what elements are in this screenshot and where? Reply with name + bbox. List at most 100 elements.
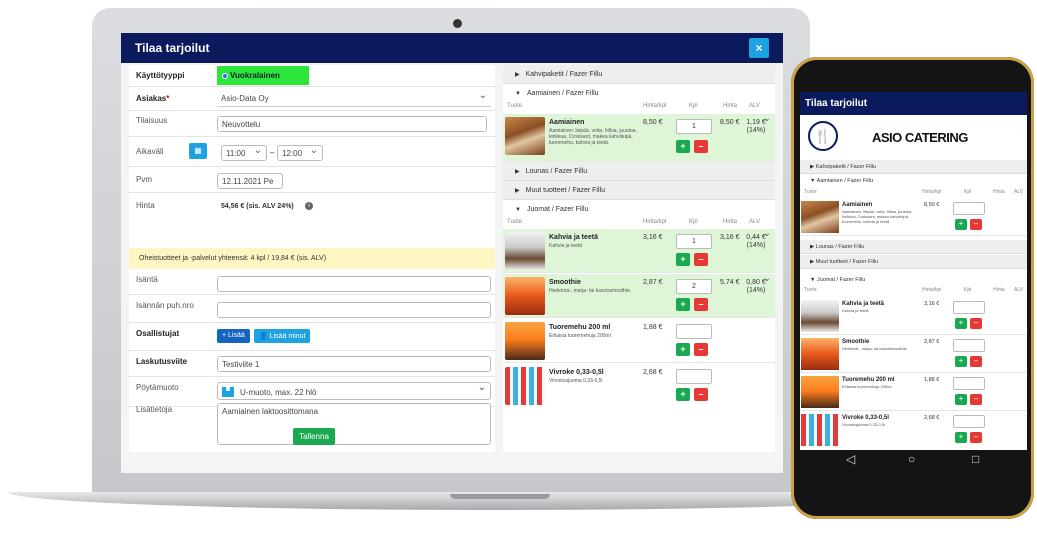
plus-button[interactable]: + bbox=[955, 432, 967, 443]
row-osallistujat: Osallistujat + Lisää 👤 Lisää minut bbox=[129, 323, 495, 351]
quantity-input[interactable] bbox=[953, 202, 985, 215]
minus-button[interactable]: – bbox=[694, 140, 708, 153]
product-price: 8,50 € bbox=[643, 119, 663, 126]
laskutusviite-input[interactable]: Testiviite 1 bbox=[217, 356, 491, 372]
end-time-select[interactable]: 12:00 bbox=[277, 145, 323, 161]
m-table-header: Tuote Hinta/kpl Kpl Hinta ALV bbox=[804, 189, 1024, 195]
plus-button[interactable]: + bbox=[676, 140, 690, 153]
tuoremehu-image bbox=[801, 376, 839, 408]
minus-button[interactable]: – bbox=[970, 394, 982, 405]
laskutusviite-label: Laskutusviite bbox=[136, 357, 188, 366]
product-kahvi: Kahvia ja teetä Kahvia ja teetä 3,16 € 1… bbox=[503, 228, 775, 273]
product-desc: Virvoitusjuoma 0,33-0,5l bbox=[549, 378, 603, 384]
tuoremehu-image bbox=[505, 322, 545, 360]
juomat-table-header: Tuote Hinta/kpl Kpl Hinta ALV bbox=[507, 219, 760, 225]
asiakas-select[interactable]: Asio-Data Oy bbox=[217, 91, 491, 107]
quantity-input[interactable] bbox=[676, 324, 712, 339]
add-participant-button[interactable]: + Lisää bbox=[217, 329, 250, 343]
quantity-input[interactable]: 1 bbox=[676, 234, 712, 249]
category-kahvipaketit[interactable]: ▶ Kahvipaketit / Fazer Fillu bbox=[503, 65, 775, 84]
m-category-juomat[interactable]: ▼ Juomat / Fazer Fillu bbox=[800, 273, 1027, 287]
product-name: Vivroke 0,33-0,5l bbox=[842, 415, 889, 421]
isannan-puh-input[interactable] bbox=[217, 302, 491, 318]
tilaisuus-input[interactable]: Neuvottelu bbox=[217, 116, 487, 132]
row-laskutusviite: Laskutusviite Testiviite 1 bbox=[129, 351, 495, 377]
row-pvm: Pvm 12.11.2021 Pe bbox=[129, 167, 495, 193]
aamiainen-image bbox=[801, 201, 839, 233]
row-isannan-puh: Isännän puh.nro bbox=[129, 295, 495, 323]
lisatietoja-textarea[interactable]: Aamiainen laktoosittomana bbox=[217, 403, 491, 445]
minus-button[interactable]: – bbox=[694, 253, 708, 266]
plus-button[interactable]: + bbox=[676, 388, 690, 401]
add-me-button[interactable]: 👤 Lisää minut bbox=[254, 329, 311, 343]
plus-button[interactable]: + bbox=[676, 298, 690, 311]
product-alv: 0,44 € (14%) bbox=[746, 234, 766, 249]
kayttotyyppi-value: Vuokralainen bbox=[230, 71, 280, 80]
product-vivroke: Vivroke 0,33-0,5l Virvoitusjuoma 0,33-0,… bbox=[503, 364, 775, 408]
product-price: 1,88 € bbox=[643, 324, 663, 331]
minus-button[interactable]: – bbox=[970, 318, 982, 329]
poytamuoto-label: Pöytämuoto bbox=[136, 383, 179, 392]
product-name: Smoothie bbox=[549, 279, 581, 286]
minus-button[interactable]: – bbox=[694, 298, 708, 311]
aamiainen-table-header: Tuote Hinta/kpl Kpl Hinta ALV bbox=[507, 103, 760, 109]
category-lounas[interactable]: ▶ Lounas / Fazer Fillu bbox=[503, 162, 775, 181]
product-name: Aamiainen bbox=[842, 202, 873, 208]
quantity-input[interactable] bbox=[953, 415, 985, 428]
minus-button[interactable]: – bbox=[970, 432, 982, 443]
isanta-input[interactable] bbox=[217, 276, 491, 292]
calendar-icon[interactable]: ▦ bbox=[189, 143, 207, 159]
product-price: 2,68 € bbox=[643, 369, 663, 376]
info-icon[interactable]: i bbox=[305, 202, 313, 210]
back-icon[interactable]: ◁ bbox=[846, 452, 855, 466]
aamiainen-image bbox=[505, 117, 545, 155]
quantity-input[interactable]: 1 bbox=[676, 119, 712, 134]
quantity-input[interactable] bbox=[676, 369, 712, 384]
m-product-kahvi: Kahvia ja teetä Kahvia ja teetä 3,16 € +… bbox=[800, 297, 1027, 335]
quantity-input[interactable]: 2 bbox=[676, 279, 712, 294]
plus-button[interactable]: + bbox=[676, 343, 690, 356]
poytamuoto-select[interactable]: U-muoto, max. 22 hlö bbox=[217, 382, 491, 400]
product-desc: Erilaisia tuoremehuja 200ml bbox=[842, 384, 892, 389]
time-separator: – bbox=[270, 148, 275, 157]
table-layout-icon bbox=[222, 387, 234, 397]
product-name: Kahvia ja teetä bbox=[842, 301, 885, 307]
product-price: 1,88 € bbox=[924, 377, 940, 383]
aikavali-label: Aikaväli bbox=[136, 147, 164, 156]
m-category-muut[interactable]: ▶ Muut tuotteet / Fazer Fillu bbox=[800, 255, 1027, 269]
plus-button[interactable]: + bbox=[955, 356, 967, 367]
kayttotyyppi-option[interactable]: Vuokralainen bbox=[217, 66, 309, 85]
m-category-kahvipaketit[interactable]: ▶ Kahvipaketit / Fazer Fillu bbox=[800, 160, 1027, 174]
quantity-input[interactable] bbox=[953, 339, 985, 352]
minus-button[interactable]: – bbox=[970, 356, 982, 367]
product-price: 2,87 € bbox=[924, 339, 940, 345]
save-button[interactable]: Tallenna bbox=[293, 428, 335, 445]
m-category-lounas[interactable]: ▶ Lounas / Fazer Fillu bbox=[800, 240, 1027, 254]
quantity-input[interactable] bbox=[953, 301, 985, 314]
product-name: Tuoremehu 200 ml bbox=[842, 377, 895, 383]
plus-button[interactable]: + bbox=[955, 394, 967, 405]
product-price: 3,16 € bbox=[643, 234, 663, 241]
plus-button[interactable]: + bbox=[955, 219, 967, 230]
home-icon[interactable]: ○ bbox=[908, 452, 915, 466]
category-muut[interactable]: ▶ Muut tuotteet / Fazer Fillu bbox=[503, 181, 775, 200]
minus-button[interactable]: – bbox=[970, 219, 982, 230]
quantity-input[interactable] bbox=[953, 377, 985, 390]
plus-button[interactable]: + bbox=[676, 253, 690, 266]
row-kayttotyyppi: Käyttötyyppi Vuokralainen bbox=[129, 65, 495, 87]
minus-button[interactable]: – bbox=[694, 343, 708, 356]
pvm-input[interactable]: 12.11.2021 Pe bbox=[217, 173, 283, 189]
product-aamiainen: Aamiainen Aamiainen: leipää, voita, hill… bbox=[503, 113, 775, 162]
product-desc: Aamiainen: leipää, voita, hilloa, juusto… bbox=[842, 209, 913, 224]
product-desc: Erilaisia tuoremehuja 200ml bbox=[549, 333, 611, 339]
product-desc: Hedelmä-, marja- tai kasvissmoothie. bbox=[842, 346, 908, 351]
logo-text: ASIO CATERING bbox=[872, 130, 968, 145]
m-juomat-header: Tuote Hinta/kpl Kpl Hinta ALV bbox=[804, 287, 1024, 293]
start-time-select[interactable]: 11:00 bbox=[221, 145, 267, 161]
plus-button[interactable]: + bbox=[955, 318, 967, 329]
m-product-aamiainen: Aamiainen Aamiainen: leipää, voita, hill… bbox=[800, 198, 1027, 236]
minus-button[interactable]: – bbox=[694, 388, 708, 401]
m-category-aamiainen[interactable]: ▼ Aamiainen / Fazer Fillu bbox=[800, 174, 1027, 188]
recents-icon[interactable]: □ bbox=[972, 452, 979, 466]
close-button[interactable]: × bbox=[749, 38, 769, 58]
